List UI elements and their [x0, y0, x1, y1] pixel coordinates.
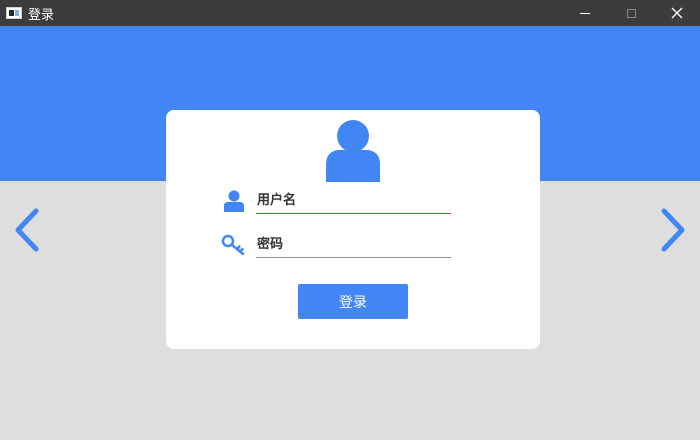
close-icon — [671, 7, 683, 19]
title-bar[interactable]: 登录 — [0, 0, 700, 26]
avatar-icon — [326, 120, 380, 182]
maximize-icon — [626, 8, 636, 18]
username-row — [220, 186, 452, 216]
window-title: 登录 — [28, 7, 55, 23]
window-controls — [562, 0, 700, 26]
minimize-icon — [580, 12, 590, 14]
maximize-button[interactable] — [608, 0, 654, 26]
minimize-button[interactable] — [562, 0, 608, 26]
password-row — [220, 230, 452, 260]
next-button[interactable] — [656, 205, 690, 255]
chevron-right-icon — [661, 208, 685, 252]
chevron-left-icon — [15, 208, 39, 252]
password-field[interactable] — [256, 232, 451, 258]
previous-button[interactable] — [10, 205, 44, 255]
username-field[interactable] — [256, 188, 451, 214]
close-button[interactable] — [654, 0, 700, 26]
login-card: 登录 — [166, 110, 540, 349]
login-window: 登录 用户名 登录 — [0, 0, 700, 440]
app-icon — [6, 7, 22, 19]
login-button[interactable]: 登录 — [298, 284, 408, 319]
user-icon — [220, 188, 248, 214]
key-icon — [220, 232, 248, 258]
